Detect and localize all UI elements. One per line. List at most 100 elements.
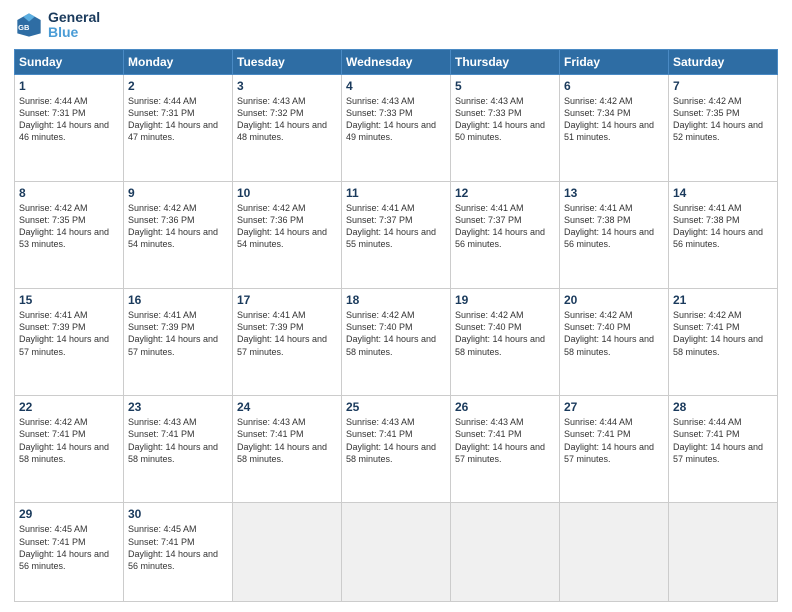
- day-number: 27: [564, 400, 664, 414]
- day-info: Sunrise: 4:42 AMSunset: 7:40 PMDaylight:…: [346, 309, 446, 358]
- day-number: 8: [19, 186, 119, 200]
- day-number: 19: [455, 293, 555, 307]
- day-info: Sunrise: 4:44 AMSunset: 7:31 PMDaylight:…: [19, 95, 119, 144]
- day-info: Sunrise: 4:43 AMSunset: 7:41 PMDaylight:…: [455, 416, 555, 465]
- calendar-day-25: 25 Sunrise: 4:43 AMSunset: 7:41 PMDayligh…: [342, 396, 451, 503]
- weekday-header-sunday: Sunday: [15, 49, 124, 74]
- day-number: 24: [237, 400, 337, 414]
- header: GB General Blue: [14, 10, 778, 41]
- calendar-day-3: 3 Sunrise: 4:43 AMSunset: 7:32 PMDaylight…: [233, 74, 342, 181]
- day-number: 14: [673, 186, 773, 200]
- day-number: 15: [19, 293, 119, 307]
- day-number: 17: [237, 293, 337, 307]
- calendar-week-5: 29 Sunrise: 4:45 AMSunset: 7:41 PMDayligh…: [15, 503, 778, 602]
- day-number: 6: [564, 79, 664, 93]
- day-info: Sunrise: 4:42 AMSunset: 7:41 PMDaylight:…: [673, 309, 773, 358]
- calendar-day-20: 20 Sunrise: 4:42 AMSunset: 7:40 PMDayligh…: [560, 289, 669, 396]
- calendar-day-24: 24 Sunrise: 4:43 AMSunset: 7:41 PMDayligh…: [233, 396, 342, 503]
- calendar-day-empty: [233, 503, 342, 602]
- calendar-day-29: 29 Sunrise: 4:45 AMSunset: 7:41 PMDayligh…: [15, 503, 124, 602]
- weekday-header-wednesday: Wednesday: [342, 49, 451, 74]
- day-number: 12: [455, 186, 555, 200]
- day-info: Sunrise: 4:41 AMSunset: 7:39 PMDaylight:…: [237, 309, 337, 358]
- logo-text: General Blue: [48, 10, 100, 41]
- calendar-day-11: 11Sunrise: 4:41 AMSunset: 7:37 PMDayligh…: [342, 181, 451, 288]
- day-info: Sunrise: 4:44 AMSunset: 7:41 PMDaylight:…: [564, 416, 664, 465]
- day-info: Sunrise: 4:42 AMSunset: 7:36 PMDaylight:…: [128, 202, 228, 251]
- day-number: 4: [346, 79, 446, 93]
- calendar-day-5: 5 Sunrise: 4:43 AMSunset: 7:33 PMDaylight…: [451, 74, 560, 181]
- weekday-header-saturday: Saturday: [669, 49, 778, 74]
- calendar-week-4: 22Sunrise: 4:42 AMSunset: 7:41 PMDayligh…: [15, 396, 778, 503]
- day-info: Sunrise: 4:44 AMSunset: 7:31 PMDaylight:…: [128, 95, 228, 144]
- day-number: 9: [128, 186, 228, 200]
- calendar-day-28: 28Sunrise: 4:44 AMSunset: 7:41 PMDayligh…: [669, 396, 778, 503]
- day-number: 22: [19, 400, 119, 414]
- day-info: Sunrise: 4:41 AMSunset: 7:37 PMDaylight:…: [455, 202, 555, 251]
- day-info: Sunrise: 4:41 AMSunset: 7:39 PMDaylight:…: [19, 309, 119, 358]
- calendar-day-10: 10Sunrise: 4:42 AMSunset: 7:36 PMDayligh…: [233, 181, 342, 288]
- day-info: Sunrise: 4:42 AMSunset: 7:40 PMDaylight:…: [564, 309, 664, 358]
- day-number: 11: [346, 186, 446, 200]
- calendar-day-1: 1 Sunrise: 4:44 AMSunset: 7:31 PMDaylight…: [15, 74, 124, 181]
- calendar-day-15: 15 Sunrise: 4:41 AMSunset: 7:39 PMDayligh…: [15, 289, 124, 396]
- calendar-week-3: 15 Sunrise: 4:41 AMSunset: 7:39 PMDayligh…: [15, 289, 778, 396]
- day-number: 1: [19, 79, 119, 93]
- calendar-day-7: 7Sunrise: 4:42 AMSunset: 7:35 PMDaylight…: [669, 74, 778, 181]
- day-info: Sunrise: 4:44 AMSunset: 7:41 PMDaylight:…: [673, 416, 773, 465]
- day-info: Sunrise: 4:43 AMSunset: 7:41 PMDaylight:…: [346, 416, 446, 465]
- calendar-day-12: 12 Sunrise: 4:41 AMSunset: 7:37 PMDayligh…: [451, 181, 560, 288]
- calendar-day-23: 23 Sunrise: 4:43 AMSunset: 7:41 PMDayligh…: [124, 396, 233, 503]
- day-number: 20: [564, 293, 664, 307]
- weekday-header-thursday: Thursday: [451, 49, 560, 74]
- day-info: Sunrise: 4:41 AMSunset: 7:38 PMDaylight:…: [564, 202, 664, 251]
- day-info: Sunrise: 4:43 AMSunset: 7:33 PMDaylight:…: [455, 95, 555, 144]
- day-info: Sunrise: 4:45 AMSunset: 7:41 PMDaylight:…: [128, 523, 228, 572]
- calendar-day-22: 22Sunrise: 4:42 AMSunset: 7:41 PMDayligh…: [15, 396, 124, 503]
- calendar-day-30: 30 Sunrise: 4:45 AMSunset: 7:41 PMDayligh…: [124, 503, 233, 602]
- calendar-header-row: SundayMondayTuesdayWednesdayThursdayFrid…: [15, 49, 778, 74]
- calendar-day-21: 21Sunrise: 4:42 AMSunset: 7:41 PMDayligh…: [669, 289, 778, 396]
- day-info: Sunrise: 4:42 AMSunset: 7:36 PMDaylight:…: [237, 202, 337, 251]
- calendar-day-27: 27 Sunrise: 4:44 AMSunset: 7:41 PMDayligh…: [560, 396, 669, 503]
- day-info: Sunrise: 4:43 AMSunset: 7:41 PMDaylight:…: [237, 416, 337, 465]
- calendar-day-26: 26 Sunrise: 4:43 AMSunset: 7:41 PMDayligh…: [451, 396, 560, 503]
- calendar-day-empty: [669, 503, 778, 602]
- day-number: 5: [455, 79, 555, 93]
- day-number: 30: [128, 507, 228, 521]
- calendar-week-2: 8 Sunrise: 4:42 AMSunset: 7:35 PMDaylight…: [15, 181, 778, 288]
- calendar-day-16: 16 Sunrise: 4:41 AMSunset: 7:39 PMDayligh…: [124, 289, 233, 396]
- day-number: 16: [128, 293, 228, 307]
- calendar-day-4: 4Sunrise: 4:43 AMSunset: 7:33 PMDaylight…: [342, 74, 451, 181]
- page: GB General Blue SundayMondayTuesdayWedne…: [0, 0, 792, 612]
- calendar-day-empty: [451, 503, 560, 602]
- day-number: 29: [19, 507, 119, 521]
- day-info: Sunrise: 4:43 AMSunset: 7:41 PMDaylight:…: [128, 416, 228, 465]
- calendar-day-13: 13 Sunrise: 4:41 AMSunset: 7:38 PMDayligh…: [560, 181, 669, 288]
- day-number: 13: [564, 186, 664, 200]
- day-number: 18: [346, 293, 446, 307]
- logo-icon: GB: [14, 10, 44, 40]
- calendar-body: 1 Sunrise: 4:44 AMSunset: 7:31 PMDaylight…: [15, 74, 778, 601]
- day-info: Sunrise: 4:42 AMSunset: 7:40 PMDaylight:…: [455, 309, 555, 358]
- calendar-day-9: 9 Sunrise: 4:42 AMSunset: 7:36 PMDaylight…: [124, 181, 233, 288]
- day-info: Sunrise: 4:43 AMSunset: 7:32 PMDaylight:…: [237, 95, 337, 144]
- day-info: Sunrise: 4:42 AMSunset: 7:35 PMDaylight:…: [19, 202, 119, 251]
- weekday-header-friday: Friday: [560, 49, 669, 74]
- day-number: 23: [128, 400, 228, 414]
- day-number: 2: [128, 79, 228, 93]
- calendar-day-18: 18 Sunrise: 4:42 AMSunset: 7:40 PMDayligh…: [342, 289, 451, 396]
- calendar-table: SundayMondayTuesdayWednesdayThursdayFrid…: [14, 49, 778, 602]
- day-info: Sunrise: 4:42 AMSunset: 7:35 PMDaylight:…: [673, 95, 773, 144]
- calendar-day-2: 2 Sunrise: 4:44 AMSunset: 7:31 PMDaylight…: [124, 74, 233, 181]
- day-number: 3: [237, 79, 337, 93]
- svg-text:GB: GB: [18, 23, 30, 32]
- day-info: Sunrise: 4:45 AMSunset: 7:41 PMDaylight:…: [19, 523, 119, 572]
- calendar-day-empty: [560, 503, 669, 602]
- day-number: 25: [346, 400, 446, 414]
- day-info: Sunrise: 4:41 AMSunset: 7:39 PMDaylight:…: [128, 309, 228, 358]
- calendar-day-14: 14Sunrise: 4:41 AMSunset: 7:38 PMDayligh…: [669, 181, 778, 288]
- day-number: 26: [455, 400, 555, 414]
- calendar-day-6: 6Sunrise: 4:42 AMSunset: 7:34 PMDaylight…: [560, 74, 669, 181]
- calendar-week-1: 1 Sunrise: 4:44 AMSunset: 7:31 PMDaylight…: [15, 74, 778, 181]
